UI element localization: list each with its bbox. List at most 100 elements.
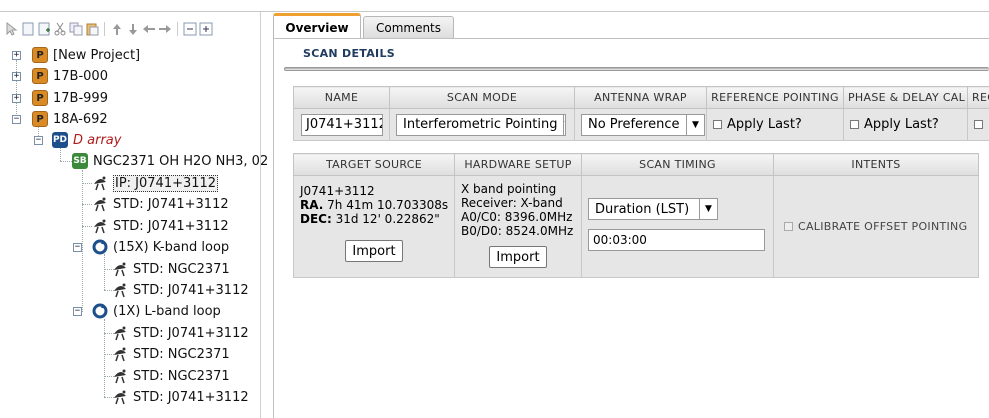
select-value: Interferometric Pointing bbox=[403, 117, 558, 132]
project-tree: + P [New Project] + P 17B-000 + P 17B-99… bbox=[0, 0, 268, 418]
project-icon: P bbox=[32, 68, 48, 84]
tree-scan-item[interactable]: STD: NGC2371 bbox=[112, 366, 230, 386]
tree-node-label: D array bbox=[73, 132, 122, 148]
antenna-icon bbox=[114, 326, 126, 341]
scan-mode-select[interactable]: Interferometric Pointing ▼ bbox=[396, 113, 566, 136]
column-header: INTENTS bbox=[773, 153, 979, 176]
calibrate-offset-pointing-checkbox[interactable] bbox=[784, 222, 793, 231]
select-value: Duration (LST) bbox=[595, 201, 690, 217]
tree-project-17b-000[interactable]: P 17B-000 bbox=[32, 66, 108, 86]
tree-connector bbox=[60, 161, 72, 162]
tree-node-label: NGC2371 OH H2O NH3, 02 bbox=[93, 153, 269, 169]
hardware-b0d0: B0/D0: 8524.0MHz bbox=[461, 224, 574, 238]
program-block-icon: PD bbox=[52, 132, 68, 148]
tree-scan-item[interactable]: STD: J0741+3112 bbox=[112, 387, 249, 407]
req-checkbox[interactable] bbox=[974, 120, 983, 129]
antenna-icon bbox=[114, 390, 126, 405]
tab-label: Comments bbox=[375, 21, 442, 35]
chevron-down-icon[interactable]: ▼ bbox=[686, 114, 704, 135]
antenna-icon bbox=[114, 283, 126, 298]
antenna-icon bbox=[114, 347, 126, 362]
tree-connector bbox=[82, 226, 92, 227]
tree-connector bbox=[104, 319, 105, 397]
hardware-a0c0: A0/C0: 8396.0MHz bbox=[461, 210, 573, 224]
tree-node-label: STD: J0741+3112 bbox=[133, 389, 249, 405]
dec-label: DEC: bbox=[300, 212, 332, 226]
tree-connector bbox=[82, 183, 92, 184]
antenna-icon bbox=[94, 176, 106, 191]
pane-splitter[interactable] bbox=[260, 12, 261, 418]
antenna-wrap-select[interactable]: No Preference ▼ bbox=[581, 113, 705, 136]
collapse-toggle[interactable]: − bbox=[34, 136, 43, 145]
tab-label: Overview bbox=[285, 20, 349, 35]
tree-scan-item[interactable]: STD: NGC2371 bbox=[112, 259, 230, 279]
tree-node-label: STD: NGC2371 bbox=[133, 346, 230, 362]
tree-node-label: STD: J0741+3112 bbox=[133, 282, 249, 298]
tab-overview[interactable]: Overview bbox=[273, 13, 361, 39]
chevron-down-icon[interactable]: ▼ bbox=[699, 199, 717, 219]
scan-duration-input[interactable]: 00:03:00 bbox=[588, 229, 765, 251]
tree-scan-item[interactable]: STD: J0741+3112 bbox=[112, 323, 249, 343]
column-header: REQ bbox=[967, 86, 989, 109]
tree-node-label: STD: NGC2371 bbox=[133, 261, 230, 277]
column-header: PHASE & DELAY CAL bbox=[843, 86, 968, 109]
column-header: ANTENNA WRAP bbox=[574, 86, 707, 109]
column-header: REFERENCE POINTING bbox=[706, 86, 844, 109]
reference-pointing-checkbox[interactable] bbox=[713, 120, 722, 129]
antenna-icon bbox=[94, 197, 106, 212]
loop-icon bbox=[92, 303, 108, 319]
tree-scan-item[interactable]: STD: J0741+3112 bbox=[92, 216, 229, 236]
expand-toggle[interactable]: + bbox=[12, 94, 21, 103]
tree-scan-item[interactable]: IP: J0741+3112 bbox=[92, 173, 219, 193]
tree-connector bbox=[82, 204, 92, 205]
tree-scan-item[interactable]: STD: J0741+3112 bbox=[92, 194, 229, 214]
chevron-down-icon[interactable]: ▼ bbox=[563, 114, 565, 135]
collapse-toggle[interactable]: − bbox=[73, 243, 82, 252]
tree-node-label: STD: NGC2371 bbox=[133, 368, 230, 384]
tree-scan-item[interactable]: STD: J0741+3112 bbox=[112, 280, 249, 300]
import-target-button[interactable]: Import bbox=[345, 240, 403, 262]
expand-toggle[interactable]: + bbox=[12, 72, 21, 81]
tree-project-18a-692[interactable]: P 18A-692 bbox=[32, 109, 108, 129]
scan-name-input[interactable]: J0741+3112 bbox=[301, 113, 383, 136]
tree-loop-l-band[interactable]: (1X) L-band loop bbox=[92, 301, 221, 321]
collapse-toggle[interactable]: − bbox=[73, 307, 82, 316]
section-title: SCAN DETAILS bbox=[303, 47, 395, 60]
target-dec: DEC: 31d 12' 0.22862" bbox=[300, 212, 448, 226]
project-icon: P bbox=[32, 47, 48, 63]
tree-scheduling-block[interactable]: SB NGC2371 OH H2O NH3, 02 bbox=[72, 151, 268, 171]
scheduling-block-icon: SB bbox=[72, 153, 88, 169]
ra-value: 7h 41m 10.703308s bbox=[327, 198, 449, 212]
expand-toggle[interactable]: + bbox=[12, 51, 21, 60]
tree-node-label: 18A-692 bbox=[53, 111, 108, 127]
tree-node-label: STD: J0741+3112 bbox=[113, 196, 229, 212]
column-header: SCAN TIMING bbox=[581, 153, 774, 176]
checkbox-label: Apply Last? bbox=[864, 117, 939, 132]
hardware-receiver: Receiver: X-band bbox=[461, 196, 563, 210]
import-hardware-button[interactable]: Import bbox=[489, 246, 547, 268]
tree-project-17b-999[interactable]: P 17B-999 bbox=[32, 88, 108, 108]
target-name: J0741+3112 bbox=[300, 184, 375, 198]
tree-node-label: IP: J0741+3112 bbox=[113, 174, 219, 192]
antenna-icon bbox=[114, 262, 126, 277]
scan-timing-select[interactable]: Duration (LST) ▼ bbox=[588, 198, 718, 220]
phase-delay-checkbox[interactable] bbox=[850, 120, 859, 129]
tree-project-new-project[interactable]: P [New Project] bbox=[32, 45, 140, 65]
tree-node-label: STD: J0741+3112 bbox=[133, 325, 249, 341]
tree-node-label: 17B-000 bbox=[53, 68, 108, 84]
column-header: NAME bbox=[293, 86, 390, 109]
hardware-name: X band pointing bbox=[461, 182, 557, 196]
tree-node-label: (1X) L-band loop bbox=[113, 303, 221, 319]
target-hardware-table: TARGET SOURCE HARDWARE SETUP SCAN TIMING… bbox=[293, 153, 979, 278]
collapse-toggle[interactable]: − bbox=[12, 115, 21, 124]
tree-connector bbox=[16, 60, 17, 118]
tab-comments[interactable]: Comments bbox=[363, 16, 454, 39]
section-divider bbox=[284, 67, 989, 71]
project-icon: P bbox=[32, 90, 48, 106]
tree-connector bbox=[82, 170, 83, 312]
tree-connector bbox=[104, 254, 105, 290]
tree-node-label: [New Project] bbox=[53, 47, 141, 63]
tree-program-block[interactable]: PD D array bbox=[52, 130, 121, 150]
tree-scan-item[interactable]: STD: NGC2371 bbox=[112, 344, 230, 364]
tree-loop-k-band[interactable]: (15X) K-band loop bbox=[92, 237, 229, 257]
